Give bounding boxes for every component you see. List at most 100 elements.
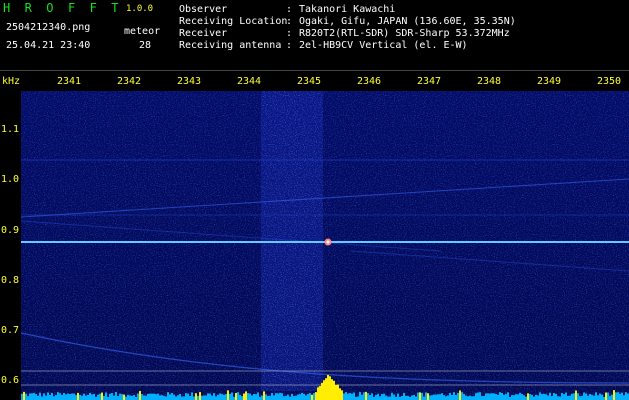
level-bar-segment: [287, 394, 289, 400]
level-bar-segment: [543, 393, 545, 400]
level-bar-segment: [419, 392, 421, 400]
level-bar-segment: [25, 393, 27, 400]
level-bar-segment: [625, 392, 627, 400]
level-bar-segment: [137, 393, 139, 400]
meta-key: Receiving Location: [179, 16, 288, 27]
capture-timestamp: 25.04.21 23:40: [6, 40, 91, 51]
level-bar-segment: [623, 395, 625, 400]
level-bar-segment: [169, 394, 171, 400]
level-bar-segment: [367, 393, 369, 400]
level-bar-segment: [525, 396, 527, 400]
level-bar-segment: [581, 396, 583, 400]
level-bar-segment: [269, 395, 271, 400]
header-divider: [0, 70, 629, 71]
level-bar-segment: [295, 395, 297, 400]
time-tick-label: 2345: [297, 76, 322, 87]
level-bar-segment: [271, 393, 273, 400]
level-bar-segment: [491, 393, 493, 400]
level-bar-segment: [555, 393, 557, 400]
level-bar-segment: [153, 393, 155, 400]
level-bar-segment: [301, 392, 303, 400]
level-bar-segment: [193, 396, 195, 400]
level-bar-segment: [245, 391, 247, 400]
observer-row: Observer : Takanori Kawachi: [179, 4, 516, 16]
level-bar-segment: [557, 396, 559, 400]
level-bar-segment: [37, 395, 39, 400]
level-bar-segment: [431, 395, 433, 400]
level-bar-segment: [99, 393, 101, 400]
level-bar-segment: [589, 394, 591, 400]
level-bar-segment: [167, 392, 169, 400]
app-title: H R O F F T: [3, 1, 123, 15]
level-bar-segment: [451, 394, 453, 400]
level-bar-segment: [333, 380, 335, 400]
level-bar-segment: [471, 396, 473, 400]
level-bar-segment: [383, 393, 385, 400]
level-bar-segment: [117, 396, 119, 400]
level-bar-segment: [49, 394, 51, 400]
meta-key: Observer: [179, 4, 228, 15]
level-bar-segment: [149, 393, 151, 400]
level-bar-segment: [113, 395, 115, 400]
level-bar-segment: [597, 395, 599, 400]
level-bar-segment: [283, 396, 285, 400]
level-bar-segment: [387, 396, 389, 400]
level-bar-segment: [223, 394, 225, 400]
level-bar-segment: [311, 394, 313, 400]
level-bar-segment: [139, 391, 141, 400]
level-bar-segment: [151, 393, 153, 400]
level-bar-segment: [485, 393, 487, 400]
level-bar-segment: [281, 393, 283, 400]
level-bar-segment: [513, 395, 515, 400]
level-bar-segment: [503, 394, 505, 400]
level-bar-segment: [155, 394, 157, 400]
level-bar-segment: [573, 393, 575, 400]
level-bar-segment: [619, 393, 621, 400]
level-bar-segment: [427, 393, 429, 400]
level-bar-segment: [29, 393, 31, 400]
level-bar-segment: [417, 392, 419, 400]
station-info: Observer : Takanori Kawachi Receiving Lo…: [179, 4, 516, 52]
level-bar-segment: [499, 392, 501, 400]
level-bar-segment: [591, 394, 593, 400]
level-bar-segment: [105, 392, 107, 400]
level-bar-segment: [435, 394, 437, 400]
level-bar-segment: [129, 395, 131, 400]
level-bar-segment: [285, 395, 287, 400]
level-bar-segment: [275, 393, 277, 400]
freq-tick-label: 0.6: [1, 375, 20, 386]
level-bar-segment: [293, 396, 295, 400]
level-bar-segment: [441, 393, 443, 400]
meta-key: Receiving antenna: [179, 40, 282, 51]
meteor-count-label: meteor: [124, 26, 161, 37]
level-bar-segment: [119, 393, 121, 400]
level-bar-segment: [133, 394, 135, 400]
level-bar-segment: [457, 392, 459, 400]
freq-tick-label: 1.1: [1, 124, 20, 135]
level-bar-segment: [359, 392, 361, 400]
level-bar-segment: [177, 395, 179, 400]
level-bar-segment: [211, 395, 213, 400]
meteor-count-value: 28: [139, 40, 152, 51]
level-bar-segment: [521, 394, 523, 400]
level-bar-segment: [567, 395, 569, 400]
level-bar-segment: [33, 393, 35, 400]
level-bar-segment: [365, 391, 367, 400]
level-bar-segment: [161, 395, 163, 400]
level-bar-segment: [599, 393, 601, 400]
level-bar-segment: [559, 396, 561, 400]
time-axis: 2341 2342 2343 2344 2345 2346 2347 2348 …: [0, 76, 629, 90]
level-bar-segment: [91, 394, 93, 400]
level-bar-segment: [141, 394, 143, 400]
level-bar-segment: [595, 392, 597, 400]
level-bar-segment: [21, 393, 23, 400]
level-bar-segment: [299, 394, 301, 400]
level-bar-segment: [493, 393, 495, 400]
level-bar-segment: [261, 395, 263, 400]
level-bar-segment: [313, 393, 315, 400]
level-bar-segment: [537, 395, 539, 400]
level-bar-segment: [453, 392, 455, 400]
level-bar-segment: [363, 392, 365, 400]
level-bar-segment: [97, 394, 99, 400]
level-bar-segment: [561, 393, 563, 400]
